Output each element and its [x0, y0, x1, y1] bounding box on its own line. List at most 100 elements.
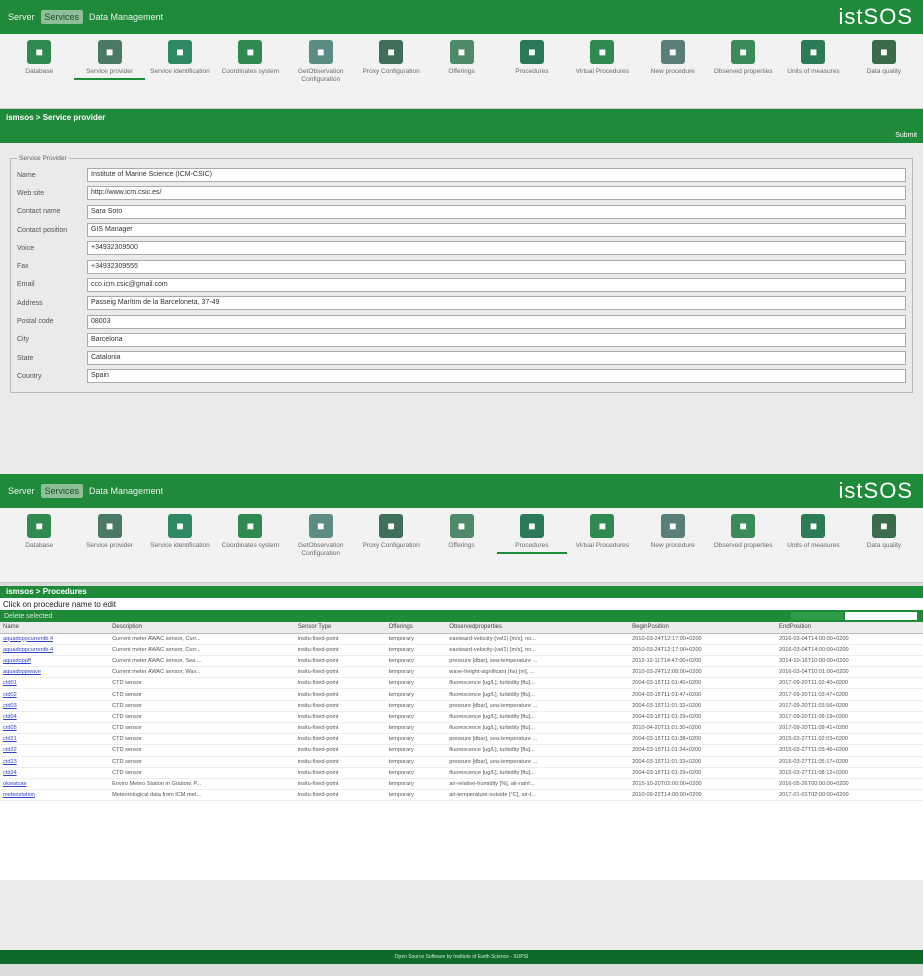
table-row[interactable]: ctd01 CTD sensor insitu-fixed-point tempora…: [0, 677, 923, 690]
table-cell: 2010-03-24T12:08:00+0200: [629, 666, 777, 679]
field-input[interactable]: GIS Manager: [87, 223, 906, 238]
table-cell: temporary: [385, 767, 447, 779]
toolbar-item-procedures[interactable]: ■ Procedures: [496, 514, 568, 554]
table-row[interactable]: ctd24 CTD sensor insitu-fixed-point tempora…: [0, 767, 923, 779]
toolbar-item-coordinates-system[interactable]: ■ Coordinates system: [215, 514, 285, 550]
procedure-link[interactable]: aquadoppcurrentb.4: [0, 633, 110, 645]
toolbar-item-data-quality[interactable]: ■ Data quality: [849, 40, 919, 76]
procedure-link[interactable]: aquadoppcurrentb.4: [0, 644, 110, 656]
table-row[interactable]: ctd02 CTD sensor insitu-fixed-point tempora…: [0, 688, 923, 701]
submit-button[interactable]: Submit: [895, 132, 917, 139]
table-cell: temporary: [385, 644, 447, 656]
procedure-link[interactable]: ctd02: [0, 688, 110, 701]
table-cell: pressure [dbar], sea-temperature ...: [446, 756, 630, 768]
toolbar-item-proxy-configuration[interactable]: ■ Proxy Configuration: [356, 514, 426, 550]
toolbar-item-proxy-configuration[interactable]: ■ Proxy Configuration: [356, 40, 426, 76]
procedure-link[interactable]: aquadoppff: [0, 655, 110, 668]
field-input[interactable]: Sara Soto: [87, 204, 906, 219]
field-input[interactable]: Passeig Marítim de la Barceloneta, 37-49: [87, 296, 906, 311]
table-cell: pressure [dbar], sea-temperature ...: [446, 733, 630, 746]
table-cell: 2015-03-27T11:03:46+0200: [776, 744, 923, 757]
toolbar-item-procedures[interactable]: ■ Procedures: [497, 40, 567, 76]
field-input[interactable]: Barcelona: [87, 332, 906, 347]
procedure-link[interactable]: ctd03: [0, 700, 110, 712]
procedure-link[interactable]: ctd24: [0, 767, 110, 779]
field-input[interactable]: 08003: [87, 314, 906, 329]
delete-selected-button[interactable]: Delete selected: [4, 613, 52, 620]
table-cell: 2016-03-04T14:00:00+0200: [776, 644, 923, 656]
toolbar-item-database[interactable]: ■ Database: [4, 514, 74, 550]
field-input[interactable]: +34932309555: [87, 259, 906, 274]
procedure-link[interactable]: ctd01: [0, 677, 110, 690]
toolbar-label: Virtual Procedures: [575, 68, 629, 75]
toolbar-item-service-provider[interactable]: ■ Service provider: [74, 514, 144, 550]
toolbar-item-getobservation-configuration[interactable]: ■ GetObservation Configuration: [286, 40, 356, 84]
toolbar-item-data-quality[interactable]: ■ Data quality: [849, 514, 919, 550]
procedure-link[interactable]: ctd04: [0, 711, 110, 724]
toolbar-item-service-identification[interactable]: ■ Service identification: [145, 514, 215, 550]
table-row[interactable]: ctd05 CTD sensor insitu-fixed-point tempora…: [0, 722, 923, 735]
table-row[interactable]: ctd23 CTD sensor insitu-fixed-point tempora…: [0, 756, 923, 768]
column-header[interactable]: EndPosition: [776, 622, 923, 634]
procedure-link[interactable]: okwatcae: [0, 778, 110, 791]
field-input[interactable]: Spain: [87, 369, 906, 384]
table-cell: Current meter AWAC sensor, Curr...: [109, 644, 295, 656]
toolbar-item-service-provider[interactable]: ■ Service provider: [74, 40, 145, 80]
field-input[interactable]: cco.icm.csic@gmail.com: [87, 277, 906, 292]
table-row[interactable]: ctd22 CTD sensor insitu-fixed-point tempora…: [0, 744, 923, 757]
procedure-link[interactable]: ctd05: [0, 722, 110, 735]
procedure-link[interactable]: ctd23: [0, 756, 110, 768]
service-provider-icon: ■: [97, 514, 122, 538]
column-header[interactable]: BeginPosition: [629, 622, 777, 634]
table-cell: temporary: [385, 711, 447, 724]
procedure-link[interactable]: ctd22: [0, 744, 110, 757]
toolbar-item-new-procedure[interactable]: ■ New procedure: [638, 514, 708, 550]
toolbar-item-coordinates-system[interactable]: ■ Coordinates system: [215, 40, 285, 76]
toolbar-item-new-procedure[interactable]: ■ New procedure: [638, 40, 708, 76]
breadcrumb: ismsos > Service provider: [6, 113, 106, 122]
column-header[interactable]: Observedproperties: [446, 622, 630, 634]
toolbar-item-offerings[interactable]: ■ Offerings: [426, 40, 496, 76]
procedure-link[interactable]: ctd21: [0, 733, 110, 746]
toolbar-item-observed-properties[interactable]: ■ Observed properties: [708, 514, 778, 550]
menu-services[interactable]: Services: [40, 484, 84, 498]
column-header[interactable]: Offerings: [385, 622, 447, 634]
table-row[interactable]: aquadoppff Current meter AWAC sensor, Sea…: [0, 655, 923, 668]
table-row[interactable]: ctd03 CTD sensor insitu-fixed-point tempora…: [0, 700, 923, 712]
column-header[interactable]: Name: [0, 622, 110, 634]
toolbar-item-virtual-procedures[interactable]: ■ Virtual Procedures: [567, 40, 637, 76]
toolbar-item-offerings[interactable]: ■ Offerings: [426, 514, 496, 550]
menu-services[interactable]: Services: [40, 10, 84, 24]
toolbar-item-database[interactable]: ■ Database: [4, 40, 74, 76]
field-input[interactable]: http://www.icm.csic.es/: [87, 186, 906, 201]
form-row: State Catalonia: [17, 349, 906, 367]
field-input[interactable]: Catalonia: [87, 351, 906, 366]
toolbar-item-observed-properties[interactable]: ■ Observed properties: [708, 40, 778, 76]
toolbar-item-service-identification[interactable]: ■ Service identification: [145, 40, 215, 76]
table-row[interactable]: aquadoppwave Current meter AWAC sensor, W…: [0, 666, 923, 679]
toolbar-item-units-of-measures[interactable]: ■ Units of measures: [778, 40, 848, 76]
data-quality-icon: ■: [871, 514, 896, 538]
field-input[interactable]: +34932309500: [87, 241, 906, 256]
toolbar-item-units-of-measures[interactable]: ■ Units of measures: [778, 514, 848, 550]
empty-area: [0, 880, 923, 950]
table-row[interactable]: ctd21 CTD sensor insitu-fixed-point tempora…: [0, 733, 923, 746]
toolbar-item-getobservation-configuration[interactable]: ■ GetObservation Configuration: [286, 514, 356, 558]
procedure-link[interactable]: meteostation: [0, 789, 110, 802]
table-row[interactable]: aquadoppcurrentb.4 Current meter AWAC sen…: [0, 633, 923, 645]
column-header[interactable]: Description: [109, 622, 295, 634]
menu-data-management[interactable]: Data Management: [89, 486, 163, 496]
menu-data-management[interactable]: Data Management: [89, 12, 163, 22]
menu-server[interactable]: Server: [8, 486, 35, 496]
toolbar-item-virtual-procedures[interactable]: ■ Virtual Procedures: [567, 514, 637, 550]
table-row[interactable]: okwatcae Enviro Meteo Station in Gratiow,…: [0, 778, 923, 791]
procedure-link[interactable]: aquadoppwave: [0, 666, 110, 679]
field-input[interactable]: Institute of Marine Science (ICM-CSIC): [87, 168, 906, 183]
column-header[interactable]: Sensor Type: [294, 622, 386, 634]
table-row[interactable]: meteostation Meteorological data from ICM…: [0, 789, 923, 802]
search-input[interactable]: [845, 612, 917, 620]
menu-server[interactable]: Server: [8, 12, 35, 22]
table-row[interactable]: aquadoppcurrentb.4 Current meter AWAC sen…: [0, 644, 923, 656]
table-row[interactable]: ctd04 CTD sensor insitu-fixed-point tempora…: [0, 711, 923, 724]
toolbar-label: Data quality: [866, 542, 902, 549]
